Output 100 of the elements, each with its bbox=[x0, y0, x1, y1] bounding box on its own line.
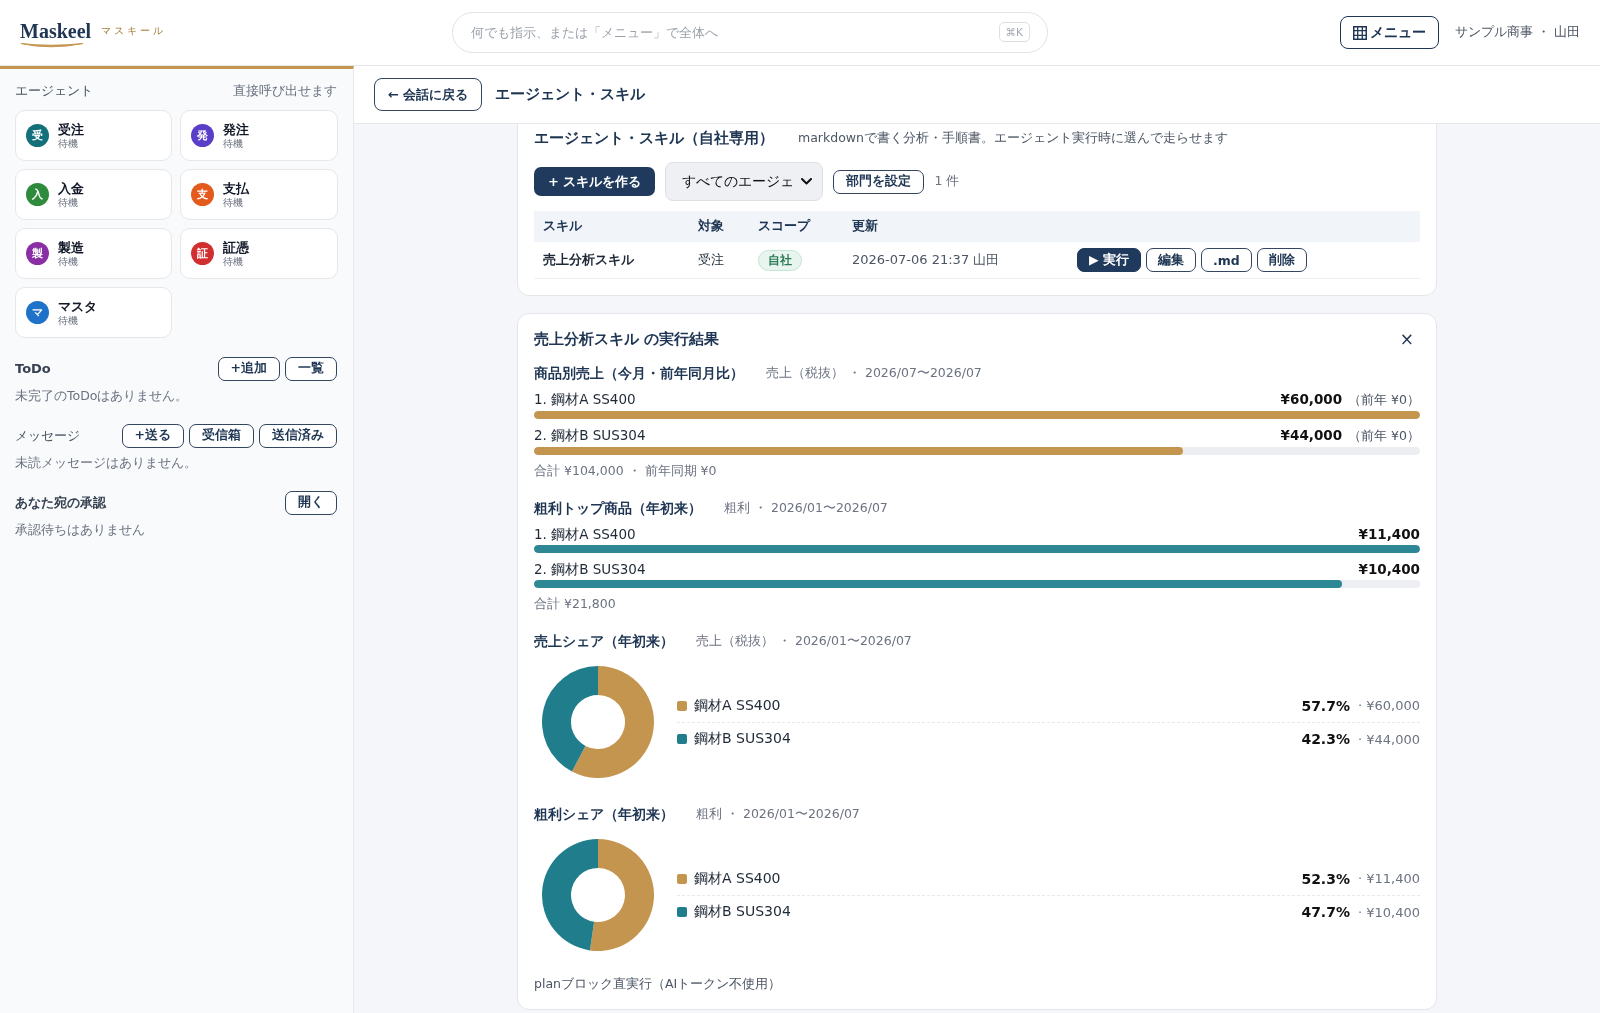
logo-wordmark: Maskeel bbox=[20, 20, 92, 42]
prior-year-value: （前年 ¥0） bbox=[1348, 391, 1420, 409]
close-button[interactable]: × bbox=[1395, 330, 1418, 348]
logo-kana: マスキール bbox=[101, 24, 167, 38]
amount-value: ¥44,000 bbox=[1280, 426, 1343, 444]
prior-year-value: （前年 ¥0） bbox=[1348, 427, 1420, 445]
agent-status: 待機 bbox=[58, 137, 79, 150]
block-title: 粗利トップ商品（年初来） bbox=[534, 499, 702, 517]
sidebar-button[interactable]: 一覧 bbox=[285, 356, 337, 381]
block-title: 粗利シェア（年初来） bbox=[534, 805, 674, 823]
agent-card[interactable]: 証 証憑 待機 bbox=[180, 228, 338, 279]
legend-label: 鋼材A SS400 bbox=[694, 869, 782, 888]
sidebar-button[interactable]: +追加 bbox=[217, 356, 280, 381]
agent-status: 待機 bbox=[223, 255, 244, 268]
create-skill-button[interactable]: + スキルを作る bbox=[534, 167, 656, 196]
amount-value: ¥11,400 bbox=[1358, 525, 1420, 543]
section-title: エージェント bbox=[15, 82, 93, 100]
column-header: 更新 bbox=[852, 218, 879, 235]
swoosh-icon bbox=[20, 42, 84, 49]
legend-label: 鋼材B SUS304 bbox=[694, 903, 792, 921]
back-button[interactable]: ← 会話に戻る bbox=[374, 78, 483, 111]
sidebar-button[interactable]: 送信済み bbox=[259, 423, 337, 448]
share-amount: · ¥60,000 bbox=[1357, 698, 1420, 713]
agent-status: 待機 bbox=[223, 196, 244, 209]
agent-card[interactable]: 支 支払 待機 bbox=[180, 169, 338, 220]
shortcut-hint: ⌘K bbox=[998, 22, 1030, 42]
row-action-button[interactable]: 編集 bbox=[1145, 248, 1196, 272]
block-title: 売上シェア（年初来） bbox=[534, 632, 674, 650]
agent-status: 待機 bbox=[58, 314, 79, 327]
block-title: 商品別売上（今月・前年同月比） bbox=[534, 364, 744, 382]
column-header: スキル bbox=[543, 218, 583, 235]
chevron-down-icon bbox=[801, 178, 813, 185]
agent-card[interactable]: 入 入金 待機 bbox=[15, 169, 172, 220]
sidebar-button[interactable]: 受信箱 bbox=[189, 423, 254, 448]
section-hint: 直接呼び出せます bbox=[233, 82, 337, 100]
share-percent: 47.7% bbox=[1301, 904, 1350, 920]
agent-card[interactable]: マ マスタ 待機 bbox=[15, 287, 172, 338]
row-action-button[interactable]: .md bbox=[1200, 248, 1252, 272]
card-title: エージェント・スキル（自社専用） bbox=[534, 129, 774, 147]
agent-avatar: 支 bbox=[191, 183, 214, 206]
share-amount: · ¥10,400 bbox=[1357, 904, 1420, 920]
share-amount: · ¥11,400 bbox=[1357, 871, 1420, 886]
empty-message: 未完了のToDoはありません。 bbox=[15, 387, 190, 405]
count-text: 1 件 bbox=[934, 173, 960, 190]
table-cell-text: 売上分析スキル bbox=[543, 251, 635, 269]
agent-avatar: 受 bbox=[26, 124, 49, 147]
product-label: 2. 鋼材B SUS304 bbox=[534, 560, 646, 578]
page-title: エージェント・スキル bbox=[495, 85, 646, 104]
legend-label: 鋼材A SS400 bbox=[694, 696, 782, 715]
legend-label: 鋼材B SUS304 bbox=[694, 730, 792, 748]
agent-avatar: 入 bbox=[26, 183, 49, 206]
agent-status: 待機 bbox=[58, 255, 79, 268]
block-meta: 売上（税抜） ・ 2026/01〜2026/07 bbox=[696, 632, 912, 650]
agent-name: 受注 bbox=[58, 121, 84, 138]
column-header: スコープ bbox=[758, 218, 812, 235]
footnote: planブロック直実行（AIトークン不使用） bbox=[534, 975, 783, 993]
share-amount: · ¥44,000 bbox=[1357, 731, 1420, 747]
agent-card[interactable]: 受 受注 待機 bbox=[15, 110, 172, 161]
agent-name: 証憑 bbox=[223, 239, 249, 256]
agent-avatar: マ bbox=[26, 301, 49, 324]
agent-filter-select[interactable]: すべてのエージェ bbox=[665, 162, 824, 201]
total-text: 合計 ¥104,000 ・ 前年同期 ¥0 bbox=[534, 462, 718, 480]
agent-card[interactable]: 発 発注 待機 bbox=[180, 110, 338, 161]
empty-message: 未読メッセージはありません。 bbox=[15, 454, 198, 472]
agent-avatar: 製 bbox=[26, 242, 49, 265]
agent-name: 製造 bbox=[58, 239, 84, 256]
block-meta: 粗利 ・ 2026/01〜2026/07 bbox=[724, 499, 888, 517]
agent-name: 発注 bbox=[223, 121, 249, 138]
agent-status: 待機 bbox=[223, 137, 244, 150]
share-percent: 52.3% bbox=[1301, 870, 1350, 887]
agent-avatar: 発 bbox=[191, 124, 214, 147]
menu-button[interactable]: メニュー bbox=[1340, 16, 1440, 49]
run-button[interactable]: ▶ 実行 bbox=[1077, 248, 1141, 272]
section-title: ToDo bbox=[15, 361, 51, 376]
department-button[interactable]: 部門を設定 bbox=[833, 169, 925, 194]
account-name: サンプル商事 ・ 山田 bbox=[1455, 24, 1580, 41]
share-percent: 42.3% bbox=[1301, 731, 1350, 747]
sidebar-button[interactable]: +送る bbox=[121, 423, 184, 448]
sidebar-button[interactable]: 開く bbox=[285, 490, 337, 515]
agent-name: マスタ bbox=[58, 298, 97, 315]
row-action-button[interactable]: 削除 bbox=[1256, 248, 1307, 272]
agent-status: 待機 bbox=[58, 196, 79, 209]
empty-message: 承認待ちはありません bbox=[15, 521, 146, 539]
block-meta: 粗利 ・ 2026/01〜2026/07 bbox=[696, 805, 860, 823]
agent-card[interactable]: 製 製造 待機 bbox=[15, 228, 172, 279]
product-label: 2. 鋼材B SUS304 bbox=[534, 426, 646, 444]
card-title: 売上分析スキル の実行結果 bbox=[534, 330, 720, 348]
amount-value: ¥60,000 bbox=[1280, 390, 1343, 408]
share-percent: 57.7% bbox=[1301, 697, 1350, 714]
block-meta: 売上（税抜） ・ 2026/07〜2026/07 bbox=[766, 364, 982, 382]
scope-tag: 自社 bbox=[758, 249, 802, 271]
amount-value: ¥10,400 bbox=[1358, 560, 1420, 578]
table-cell-text: 2026-07-06 21:37 山田 bbox=[852, 251, 1001, 269]
product-label: 1. 鋼材A SS400 bbox=[534, 390, 636, 408]
agent-name: 支払 bbox=[223, 180, 249, 197]
table-cell-text: 受注 bbox=[698, 251, 725, 269]
agent-avatar: 証 bbox=[191, 242, 214, 265]
section-title: あなた宛の承認 bbox=[15, 493, 106, 512]
section-title: メッセージ bbox=[15, 426, 80, 445]
agent-name: 入金 bbox=[58, 180, 84, 197]
